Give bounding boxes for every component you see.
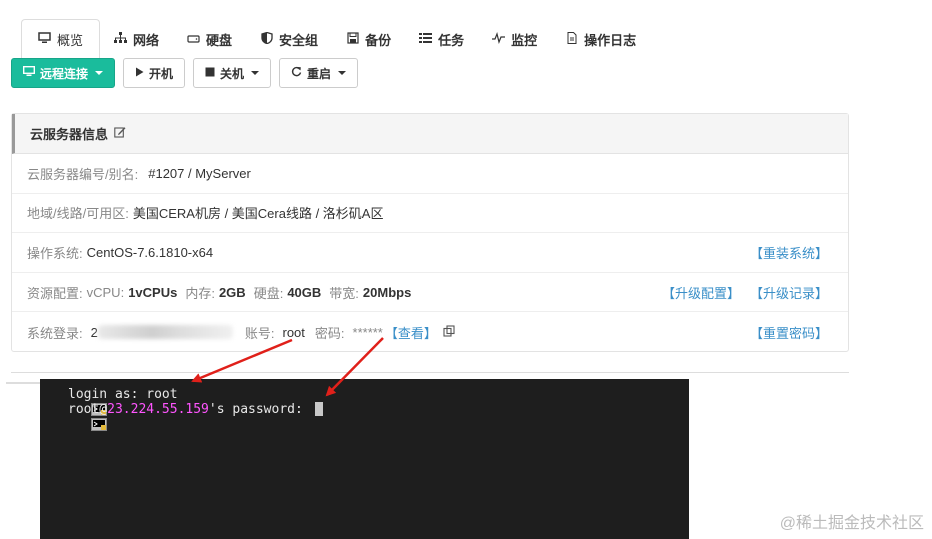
floppy-icon xyxy=(346,31,359,47)
password-masked: ****** xyxy=(352,324,383,340)
terminal-user: root@ xyxy=(68,401,108,417)
shutdown-button[interactable]: 关机 xyxy=(193,58,272,88)
region-value: 美国CERA机房 / 美国Cera线路 / 洛杉矶A区 xyxy=(132,206,384,222)
tab-label: 概览 xyxy=(57,32,84,48)
tab-disk[interactable]: 硬盘 xyxy=(173,19,246,59)
action-toolbar: 远程连接 开机 关机 重启 xyxy=(11,58,359,88)
caret-down-icon xyxy=(95,71,104,75)
file-icon xyxy=(565,31,578,47)
memory-label: 内存: xyxy=(185,285,215,301)
divider xyxy=(11,372,849,373)
tab-security-group[interactable]: 安全组 xyxy=(246,19,332,59)
hdd-icon xyxy=(187,32,200,47)
bandwidth-value: 20Mbps xyxy=(362,284,412,300)
tab-tasks[interactable]: 任务 xyxy=(405,19,478,59)
terminal-host: 23.224.55.159 xyxy=(107,401,209,417)
restart-button[interactable]: 重启 xyxy=(279,58,359,88)
row-resources: 资源配置: vCPU: 1vCPUs 内存: 2GB 硬盘: 40GB 带宽: … xyxy=(12,273,848,313)
reinstall-os-link[interactable]: 【重装系统】 xyxy=(750,243,828,262)
resources-label: 资源配置: xyxy=(27,285,83,301)
tab-bar: 概览 网络 硬盘 安全组 备份 任务 监控 操作日志 xyxy=(21,19,650,59)
network-icon xyxy=(114,31,128,47)
view-password-link[interactable]: 【查看】 xyxy=(385,323,437,342)
monitor-icon xyxy=(22,65,36,80)
tab-label: 硬盘 xyxy=(206,32,233,48)
upgrade-config-link[interactable]: 【升级配置】 xyxy=(662,283,740,302)
ssh-terminal[interactable]: login as: root root@23.224.55.159's pass… xyxy=(40,379,689,539)
os-value: CentOS-7.6.1810-x64 xyxy=(86,244,214,260)
upgrade-log-link[interactable]: 【升级记录】 xyxy=(750,283,828,302)
tab-label: 任务 xyxy=(438,32,465,48)
tab-operation-log[interactable]: 操作日志 xyxy=(551,19,650,59)
row-login: 系统登录: 2 账号: root 密码: ****** 【查看】 【重置密码】 xyxy=(12,312,848,352)
remote-connect-button[interactable]: 远程连接 xyxy=(11,58,116,88)
tab-label: 监控 xyxy=(511,32,538,48)
disk-value: 40GB xyxy=(287,284,322,300)
account-value: root xyxy=(282,324,305,340)
tab-label: 操作日志 xyxy=(584,32,637,48)
tab-overview[interactable]: 概览 xyxy=(21,19,101,59)
server-id-value: #1207 / MyServer xyxy=(148,165,251,181)
vcpu-label: vCPU: xyxy=(86,284,125,300)
redacted-ip xyxy=(97,325,233,340)
pulse-icon xyxy=(492,31,506,47)
reset-password-link[interactable]: 【重置密码】 xyxy=(750,323,828,342)
terminal-line-login: login as: root xyxy=(44,386,178,416)
tab-label: 备份 xyxy=(365,32,392,48)
start-button[interactable]: 开机 xyxy=(123,58,186,88)
edit-icon[interactable] xyxy=(114,126,126,141)
refresh-icon xyxy=(291,66,302,80)
panel-header: 云服务器信息 xyxy=(12,114,848,154)
tab-monitor[interactable]: 监控 xyxy=(478,19,551,59)
row-os: 操作系统: CentOS-7.6.1810-x64 【重装系统】 xyxy=(12,233,848,273)
list-icon xyxy=(419,32,433,47)
disk-label: 硬盘: xyxy=(253,285,284,301)
account-label: 账号: xyxy=(244,325,275,341)
terminal-text: login as: root xyxy=(68,386,178,402)
putty-icon xyxy=(44,403,107,431)
login-ip-prefix: 2 xyxy=(90,324,98,340)
password-label: 密码: xyxy=(314,325,345,341)
shutdown-label: 关机 xyxy=(220,66,245,81)
putty-icon xyxy=(44,388,107,416)
tab-label: 安全组 xyxy=(279,32,319,48)
caret-down-icon xyxy=(251,71,260,75)
os-label: 操作系统: xyxy=(27,245,83,261)
stop-icon xyxy=(205,66,215,80)
server-id-label: 云服务器编号/别名: xyxy=(27,166,139,182)
login-label: 系统登录: xyxy=(27,325,83,341)
terminal-cursor xyxy=(314,402,323,416)
copy-icon[interactable] xyxy=(443,325,455,340)
row-server-id: 云服务器编号/别名: #1207 / MyServer xyxy=(12,154,848,194)
vcpu-value: 1vCPUs xyxy=(128,284,178,300)
watermark: @稀土掘金技术社区 xyxy=(779,515,924,532)
shield-icon xyxy=(260,31,273,47)
tab-backup[interactable]: 备份 xyxy=(332,19,405,59)
start-label: 开机 xyxy=(149,66,174,81)
remote-connect-label: 远程连接 xyxy=(40,66,89,81)
terminal-prompt: 's password: xyxy=(208,401,311,417)
play-icon xyxy=(135,66,144,80)
server-info-panel: 云服务器信息 云服务器编号/别名: #1207 / MyServer 地域/线路… xyxy=(11,113,849,352)
row-region: 地域/线路/可用区: 美国CERA机房 / 美国Cera线路 / 洛杉矶A区 xyxy=(12,194,848,234)
panel-title: 云服务器信息 xyxy=(30,127,109,142)
caret-down-icon xyxy=(338,71,347,75)
tab-label: 网络 xyxy=(133,32,160,48)
terminal-line-password: root@23.224.55.159's password: xyxy=(44,401,323,431)
bandwidth-label: 带宽: xyxy=(329,285,359,301)
restart-label: 重启 xyxy=(307,66,332,81)
region-label: 地域/线路/可用区: xyxy=(27,206,129,222)
monitor-icon xyxy=(38,31,51,47)
memory-value: 2GB xyxy=(218,284,246,300)
tab-network[interactable]: 网络 xyxy=(100,19,173,59)
